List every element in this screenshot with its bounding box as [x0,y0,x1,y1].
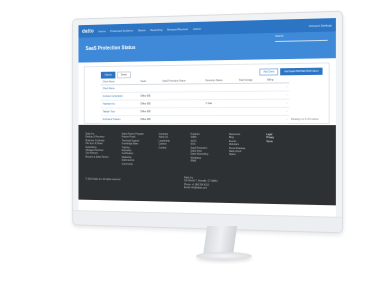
footer-column: Company About Us Leadership Careers Cont… [159,133,170,150]
panel-actions: Add Client Add SaaS PROTECTION Client [259,67,323,76]
billing-cell [265,115,282,124]
seats-cell [138,84,161,93]
footer-column: Products SIRIS ALTO NAS SaaS Protection … [191,133,209,164]
chevron-right-icon[interactable]: › [281,90,290,100]
billing-cell [265,99,282,108]
tab-seats[interactable]: Seats [117,71,131,79]
nav-item-protected-systems[interactable]: Protected Systems [110,28,133,32]
status-cell [160,99,204,108]
chevron-right-icon[interactable]: › [281,107,290,116]
screen: datto Home Protected Systems Status Repo… [78,18,336,218]
address-line: Email: info@datto.com [184,186,207,190]
nav-item-home[interactable]: Home [98,29,105,33]
client-name-cell[interactable]: Northwind Traders [100,115,139,124]
search-input[interactable]: Search [275,33,328,43]
page-title: SaaS Protection Status [85,45,136,52]
footer-column: Resources Blog Events Webinars Press Rel… [229,133,245,157]
retention-cell [203,115,237,124]
storage-cell [236,99,266,108]
datto-logo[interactable]: datto [82,28,94,34]
storage-cell [236,115,266,124]
table-row[interactable]: Northwind Traders Office 365 › [100,115,290,124]
pagination-info: Showing 1 to 5 of 5 entries [290,118,319,121]
retention-cell [203,91,237,100]
status-cell [160,107,204,116]
footer-column: Legal Privacy Terms [266,133,274,143]
clients-table: Client Name Seats SaaS Protection Status… [100,77,290,124]
seats-cell: Office 365 [138,99,161,108]
footer-link[interactable]: Community [122,162,144,166]
storage-cell [236,83,266,92]
retention-cell [203,83,237,92]
clients-panel: Clients Seats Add Client Add SaaS PROTEC… [83,62,330,125]
billing-cell [265,91,282,100]
nav-item-admin[interactable]: Admin [193,26,201,30]
footer-link[interactable]: Contact [159,146,170,149]
storage-cell [236,91,266,100]
billing-cell [265,82,282,92]
nav-item-reporting[interactable]: Reporting [150,27,162,31]
tab-clients[interactable]: Clients [100,71,116,79]
billing-cell [265,107,282,116]
content-area: Clients Seats Add Client Add SaaS PROTEC… [78,58,335,126]
nav-item-restore[interactable]: Restore/Recover [167,27,188,31]
client-name-cell[interactable]: Tailspin Toys [100,107,139,116]
footer-link[interactable]: Become a Datto Partner [86,155,109,159]
chevron-right-icon[interactable]: › [281,82,290,92]
view-tabs: Clients Seats [100,71,131,79]
seats-cell: Office 365 [138,115,161,124]
monitor-stand-base [196,252,252,260]
page-header: SaaS Protection Status Search [78,31,336,63]
site-footer: Datto Inc. Backup & Recovery Business Co… [78,124,336,206]
footer-link[interactable]: Status [229,153,245,157]
storage-cell [236,107,266,116]
retention-cell [203,107,237,116]
footer-link[interactable]: RMM [191,160,209,164]
seats-cell: Office 365 [138,107,161,116]
footer-link[interactable]: Terms [266,140,274,143]
footer-address: Datto Inc. 101 Merritt 7, Norwalk, CT 06… [184,176,218,190]
client-name-cell[interactable]: Fabrikam Inc [100,100,139,109]
add-saas-client-button[interactable]: Add SaaS PROTECTION Client [280,67,323,76]
footer-column: Datto Partner Program Partner Portal Tec… [122,133,144,166]
seats-cell: Office 365 [138,92,161,101]
copyright: © 2024 Datto Inc. All rights reserved. [85,177,121,182]
chevron-right-icon[interactable]: › [281,115,290,124]
status-cell [160,91,204,100]
status-cell [160,115,204,124]
footer-column: Datto Inc. Backup & Recovery Business Co… [86,133,109,159]
client-name-cell[interactable]: Contoso Corporation [100,92,139,101]
retention-cell: 1 Year [203,99,237,108]
monitor: datto Home Protected Systems Status Repo… [72,10,344,234]
chevron-right-icon[interactable]: › [281,99,290,108]
account-menu[interactable]: Account Settings [309,23,332,28]
add-client-button[interactable]: Add Client [259,68,279,76]
nav-item-status[interactable]: Status [138,28,146,32]
